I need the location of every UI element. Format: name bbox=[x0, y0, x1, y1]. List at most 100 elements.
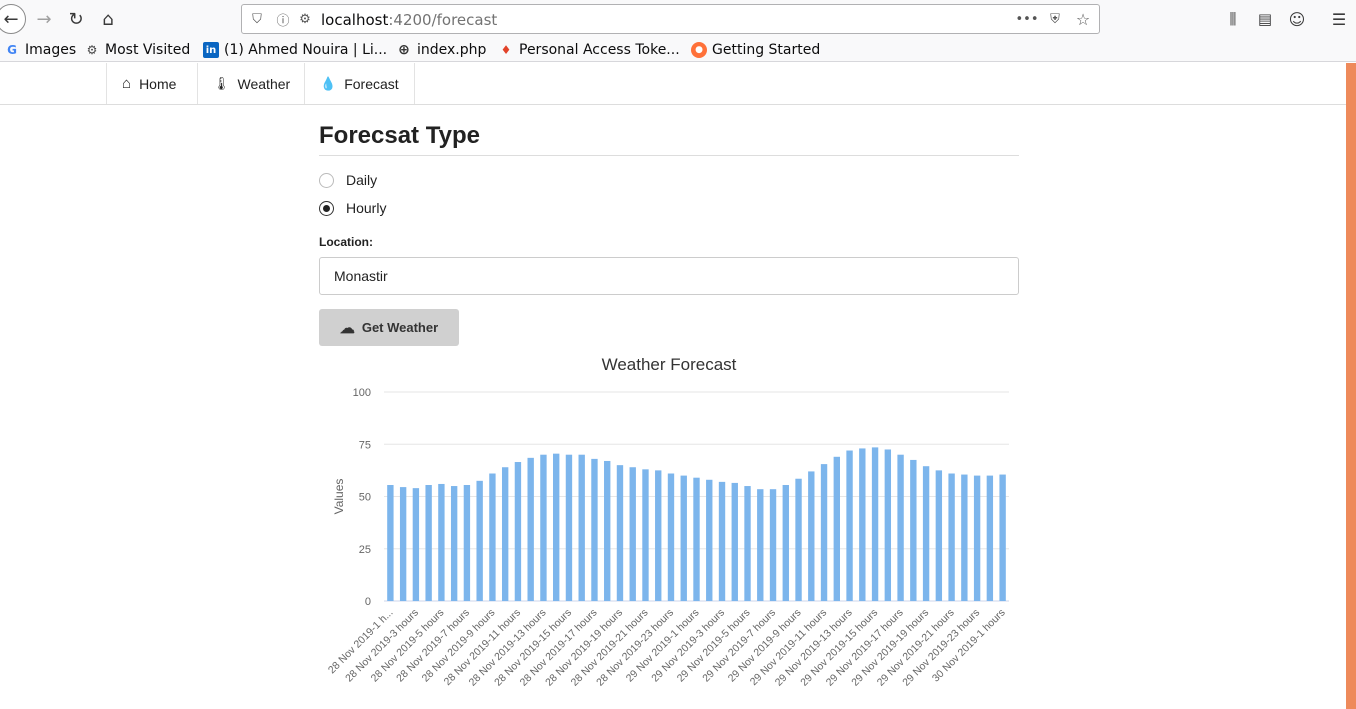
chart-bar bbox=[884, 449, 892, 601]
chart-bar bbox=[527, 457, 534, 601]
chart-bar bbox=[616, 465, 624, 601]
globe-icon: ⊕ bbox=[398, 42, 410, 58]
y-axis-label: Values bbox=[332, 479, 346, 515]
page-title: Forecsat Type bbox=[319, 122, 480, 149]
y-tick-label: 100 bbox=[353, 387, 371, 399]
library-icon[interactable]: ⫼ bbox=[1219, 5, 1247, 33]
y-tick-label: 0 bbox=[365, 596, 371, 608]
url-text[interactable]: localhost:4200/forecast bbox=[321, 11, 497, 29]
chart-bar bbox=[744, 486, 751, 601]
gear-icon: ⚙ bbox=[86, 43, 98, 57]
y-tick-label: 75 bbox=[359, 439, 371, 451]
reload-icon[interactable]: ↻ bbox=[62, 5, 90, 33]
linkedin-icon: in bbox=[203, 42, 219, 58]
browser-toolbar: ← → ↻ ⌂ ⛉ ⓘ ⚙ localhost:4200/forecast ••… bbox=[0, 0, 1356, 38]
chart-bar bbox=[476, 480, 483, 601]
nav-forecast[interactable]: 💧 Forecast bbox=[304, 63, 415, 104]
bookmark-item[interactable]: in (1) Ahmed Nouira | Li... bbox=[203, 41, 387, 59]
back-icon[interactable]: ← bbox=[0, 4, 26, 34]
gitlab-icon: ♦ bbox=[500, 43, 512, 57]
permissions-icon[interactable]: ⚙ bbox=[296, 10, 314, 28]
radio-daily[interactable]: Daily bbox=[319, 172, 377, 188]
pocket-icon[interactable]: ⛨ bbox=[1046, 10, 1064, 28]
home-icon: ⌂ bbox=[122, 75, 132, 92]
chart-bar bbox=[935, 470, 943, 601]
forward-icon[interactable]: → bbox=[30, 5, 58, 33]
location-label: Location: bbox=[319, 235, 373, 249]
menu-icon[interactable]: ☰ bbox=[1325, 5, 1353, 33]
url-path: :4200/forecast bbox=[388, 11, 498, 29]
chart-bar bbox=[604, 460, 611, 601]
forecast-chart: Weather Forecast 0 25 50 75 100 Values 28 Nov 2… bbox=[319, 350, 1019, 709]
bookmark-item[interactable]: ● Getting Started bbox=[691, 41, 820, 59]
radio-daily-button[interactable] bbox=[319, 172, 334, 188]
nav-forecast-label: Forecast bbox=[344, 75, 399, 92]
bookmark-label: Images bbox=[25, 42, 77, 58]
url-host: localhost bbox=[321, 11, 389, 29]
chart-bar bbox=[769, 489, 777, 601]
chart-bar bbox=[859, 448, 866, 601]
chart-bar bbox=[706, 479, 713, 601]
chart-bar bbox=[489, 473, 496, 601]
chart-bar bbox=[999, 474, 1006, 601]
nav-home-label: Home bbox=[139, 75, 177, 92]
chart-bar bbox=[757, 489, 764, 601]
bookmark-item[interactable]: ⊕ index.php bbox=[396, 41, 486, 59]
chart-bar bbox=[399, 487, 407, 601]
account-icon[interactable]: ☺ bbox=[1283, 5, 1311, 33]
bookmark-label: Most Visited bbox=[105, 42, 191, 58]
url-bar[interactable]: ⛉ ⓘ ⚙ localhost:4200/forecast ••• ⛨ ☆ bbox=[241, 4, 1100, 34]
chart-bar bbox=[501, 467, 509, 601]
chart-bar bbox=[591, 458, 598, 601]
nav-home[interactable]: ⌂ Home bbox=[106, 63, 191, 104]
chart-bar bbox=[629, 467, 636, 601]
bookmark-item[interactable]: ⚙ Most Visited bbox=[84, 41, 191, 59]
chart-bar bbox=[718, 481, 726, 601]
title-divider bbox=[319, 155, 1019, 156]
bookmark-label: (1) Ahmed Nouira | Li... bbox=[224, 42, 388, 58]
shield-icon[interactable]: ⛉ bbox=[248, 10, 266, 28]
chart-bar bbox=[973, 475, 981, 601]
chart-title: Weather Forecast bbox=[602, 355, 737, 374]
app-navbar: ⌂ Home 🌡 Weather 💧 Forecast bbox=[0, 63, 1346, 105]
chart-bar bbox=[833, 456, 840, 601]
chart-bar bbox=[922, 466, 930, 601]
chart-bar bbox=[731, 482, 738, 601]
chart-bar bbox=[463, 485, 471, 601]
info-icon[interactable]: ⓘ bbox=[274, 10, 292, 29]
get-weather-label: Get Weather bbox=[361, 320, 439, 335]
google-icon: G bbox=[7, 43, 17, 57]
nav-weather[interactable]: 🌡 Weather bbox=[197, 63, 305, 104]
thermometer-icon: 🌡 bbox=[213, 75, 230, 91]
radio-hourly-button[interactable] bbox=[319, 200, 334, 216]
home-icon[interactable]: ⌂ bbox=[94, 5, 122, 33]
radio-daily-label: Daily bbox=[346, 172, 378, 188]
bookmark-star-icon[interactable]: ☆ bbox=[1074, 10, 1092, 29]
bookmark-label: index.php bbox=[417, 42, 487, 58]
sidebar-icon[interactable]: ▤ bbox=[1251, 5, 1279, 33]
bookmark-item[interactable]: G Images bbox=[4, 41, 76, 59]
chart-bar bbox=[820, 464, 828, 601]
chart-bar bbox=[808, 471, 815, 601]
get-weather-button[interactable]: ☁ Get Weather bbox=[319, 309, 459, 346]
chart-bar bbox=[387, 485, 394, 601]
chart-bar bbox=[680, 475, 687, 601]
chart-bar bbox=[961, 474, 968, 601]
page-actions-icon[interactable]: ••• bbox=[1016, 10, 1039, 28]
cloud-upload-icon: ☁ bbox=[339, 319, 355, 337]
bookmark-item[interactable]: ♦ Personal Access Toke... bbox=[498, 41, 680, 59]
chart-bar bbox=[693, 477, 700, 601]
chart-bar bbox=[642, 469, 649, 601]
chart-bar bbox=[655, 470, 662, 601]
chart-bar bbox=[578, 454, 585, 601]
scrollbar[interactable] bbox=[1346, 63, 1356, 709]
chart-bar bbox=[871, 447, 879, 601]
location-input[interactable] bbox=[319, 257, 1019, 295]
chart-svg: Weather Forecast0255075100Values28 Nov 2… bbox=[326, 355, 1009, 689]
chart-bar bbox=[553, 453, 560, 601]
bookmarks-bar: G Images ⚙ Most Visited in (1) Ahmed Nouira… bbox=[0, 38, 1356, 62]
chart-bar bbox=[782, 485, 789, 601]
nav-weather-label: Weather bbox=[237, 75, 291, 92]
radio-hourly[interactable]: Hourly bbox=[319, 200, 386, 216]
bookmark-label: Personal Access Toke... bbox=[519, 42, 680, 58]
